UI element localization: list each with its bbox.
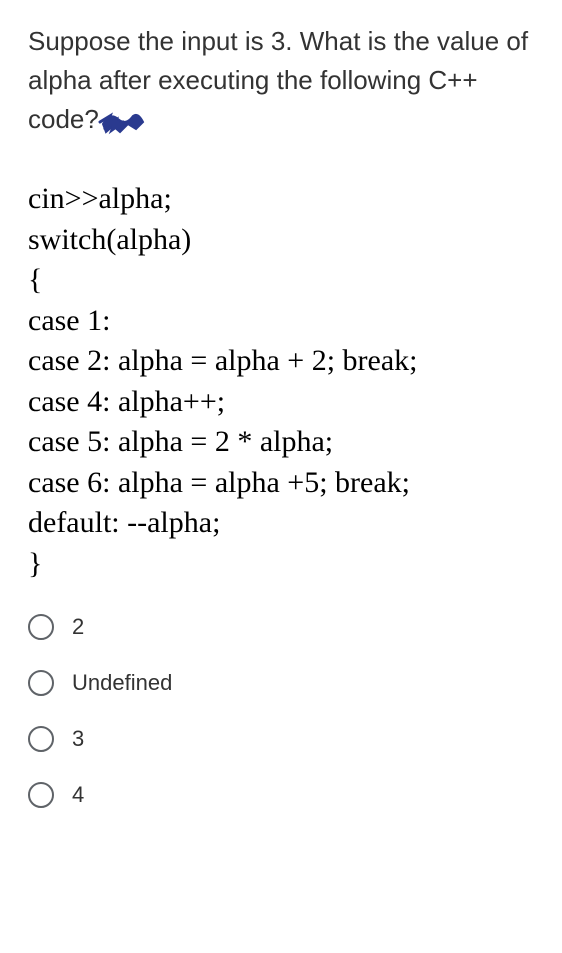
option-3[interactable]: 3 [28, 726, 534, 752]
code-line: { [28, 260, 534, 301]
code-line: case 1: [28, 301, 534, 342]
code-line: default: --alpha; [28, 503, 534, 544]
radio-icon [28, 726, 54, 752]
option-label: 4 [72, 782, 84, 808]
code-line: case 4: alpha++; [28, 382, 534, 423]
code-line: case 5: alpha = 2 * alpha; [28, 422, 534, 463]
option-label: Undefined [72, 670, 172, 696]
option-undefined[interactable]: Undefined [28, 670, 534, 696]
scribble-mark [98, 104, 148, 139]
option-4[interactable]: 4 [28, 782, 534, 808]
code-block: cin>>alpha; switch(alpha) { case 1: case… [28, 179, 534, 584]
option-2[interactable]: 2 [28, 614, 534, 640]
option-label: 3 [72, 726, 84, 752]
code-line: switch(alpha) [28, 220, 534, 261]
options-group: 2 Undefined 3 4 [28, 614, 534, 808]
code-line: case 2: alpha = alpha + 2; break; [28, 341, 534, 382]
option-label: 2 [72, 614, 84, 640]
code-line: cin>>alpha; [28, 179, 534, 220]
radio-icon [28, 670, 54, 696]
code-line: } [28, 544, 534, 585]
radio-icon [28, 782, 54, 808]
radio-icon [28, 614, 54, 640]
code-line: case 6: alpha = alpha +5; break; [28, 463, 534, 504]
question-text: Suppose the input is 3. What is the valu… [28, 22, 534, 139]
